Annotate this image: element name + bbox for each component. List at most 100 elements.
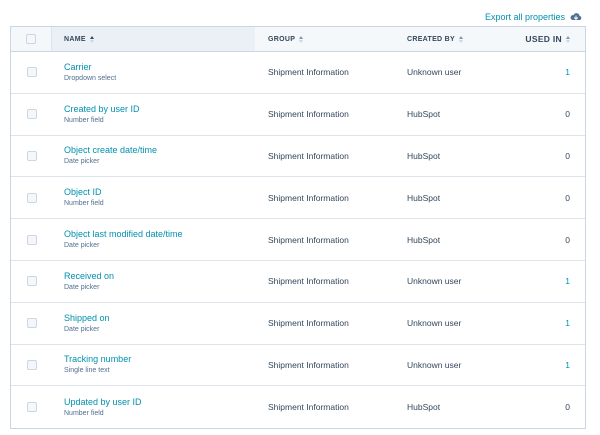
row-check-cell xyxy=(11,303,52,344)
property-field-type: Single line text xyxy=(64,367,110,375)
sort-icon xyxy=(89,35,94,43)
property-field-type: Date picker xyxy=(64,242,100,250)
property-field-type: Dropdown select xyxy=(64,74,117,82)
row-checkbox[interactable] xyxy=(26,402,37,413)
created-by-column-label: CREATED BY xyxy=(407,35,455,43)
row-check-cell xyxy=(11,136,52,177)
export-all-properties-link[interactable]: Export all properties xyxy=(485,12,582,22)
property-name-cell: Updated by user ID Number field xyxy=(52,386,255,428)
property-created-by: HubSpot xyxy=(407,150,441,161)
property-created-by: Unknown user xyxy=(407,67,462,78)
property-group: Shipment Information xyxy=(268,359,349,370)
property-name-link[interactable]: Object last modified date/time xyxy=(64,229,255,240)
property-name-cell: Object last modified date/time Date pick… xyxy=(52,219,255,260)
property-used-in[interactable]: 1 xyxy=(565,67,570,77)
property-group: Shipment Information xyxy=(268,109,349,120)
property-used-in-cell: 1 xyxy=(524,318,585,328)
property-name-link[interactable]: Created by user ID xyxy=(64,104,255,115)
row-check-cell xyxy=(11,52,52,93)
name-column-label: NAME xyxy=(64,35,86,43)
export-label: Export all properties xyxy=(484,12,565,22)
row-checkbox[interactable] xyxy=(26,67,37,78)
property-group: Shipment Information xyxy=(268,234,349,245)
property-group: Shipment Information xyxy=(268,192,349,203)
row-checkbox[interactable] xyxy=(26,276,37,287)
property-used-in: 0 xyxy=(565,402,570,413)
property-name-cell: Tracking number Single line text xyxy=(52,345,255,386)
row-checkbox[interactable] xyxy=(26,109,37,120)
property-name-link[interactable]: Carrier xyxy=(64,62,255,73)
created-by-column-header[interactable]: CREATED BY xyxy=(394,35,524,43)
row-check-cell xyxy=(11,94,52,135)
property-name-cell: Received on Date picker xyxy=(52,261,255,302)
table-row[interactable]: Received on Date picker Shipment Informa… xyxy=(11,261,585,303)
property-field-type: Number field xyxy=(64,409,104,417)
property-name-link[interactable]: Shipped on xyxy=(64,313,255,324)
property-created-by: Unknown user xyxy=(407,359,462,370)
table-row[interactable]: Object last modified date/time Date pick… xyxy=(11,219,585,261)
cloud-download-icon xyxy=(570,13,582,21)
row-check-cell xyxy=(11,219,52,260)
row-check-cell xyxy=(11,345,52,386)
property-used-in-cell: 0 xyxy=(524,235,585,245)
table-row[interactable]: Tracking number Single line text Shipmen… xyxy=(11,345,585,387)
property-used-in[interactable]: 1 xyxy=(565,360,570,370)
property-used-in: 0 xyxy=(565,150,570,161)
property-name-cell: Shipped on Date picker xyxy=(52,303,255,344)
table-row[interactable]: Created by user ID Number field Shipment… xyxy=(11,94,585,136)
property-used-in-cell: 1 xyxy=(524,67,585,77)
property-name-cell: Created by user ID Number field xyxy=(52,94,255,135)
property-field-type: Number field xyxy=(64,200,104,208)
property-created-by: Unknown user xyxy=(407,276,462,287)
property-used-in-cell: 1 xyxy=(524,360,585,370)
table-row[interactable]: Updated by user ID Number field Shipment… xyxy=(11,386,585,428)
row-check-cell xyxy=(11,177,52,218)
used-in-column-label: USED IN xyxy=(525,34,562,44)
property-used-in-cell: 0 xyxy=(524,193,585,203)
property-name-cell: Carrier Dropdown select xyxy=(52,52,255,93)
table-row[interactable]: Carrier Dropdown select Shipment Informa… xyxy=(11,52,585,94)
row-checkbox[interactable] xyxy=(26,359,37,370)
group-column-label: GROUP xyxy=(268,35,296,43)
property-field-type: Date picker xyxy=(64,158,100,166)
property-used-in[interactable]: 1 xyxy=(565,318,570,328)
property-used-in[interactable]: 1 xyxy=(565,276,570,286)
property-name-link[interactable]: Object ID xyxy=(64,187,255,198)
table-header: NAME GROUP CREATED BY USED IN xyxy=(11,27,585,52)
table-row[interactable]: Object ID Number field Shipment Informat… xyxy=(11,177,585,220)
group-column-header[interactable]: GROUP xyxy=(255,35,394,43)
row-checkbox[interactable] xyxy=(26,192,37,203)
row-check-cell xyxy=(11,386,52,428)
property-group: Shipment Information xyxy=(268,67,349,78)
property-created-by: HubSpot xyxy=(407,109,441,120)
row-checkbox[interactable] xyxy=(26,318,37,329)
property-created-by: HubSpot xyxy=(407,234,441,245)
table-body: Carrier Dropdown select Shipment Informa… xyxy=(11,52,585,428)
property-field-type: Number field xyxy=(64,116,104,124)
property-name-link[interactable]: Updated by user ID xyxy=(64,397,255,408)
property-created-by: HubSpot xyxy=(407,192,441,203)
row-check-cell xyxy=(11,261,52,302)
table-row[interactable]: Shipped on Date picker Shipment Informat… xyxy=(11,303,585,345)
properties-table: NAME GROUP CREATED BY USED IN Carrier Dr… xyxy=(10,26,586,430)
property-name-cell: Object ID Number field xyxy=(52,177,255,218)
property-used-in: 0 xyxy=(565,192,570,203)
sort-icon xyxy=(566,35,570,43)
property-used-in-cell: 0 xyxy=(524,109,585,119)
row-checkbox[interactable] xyxy=(26,234,37,245)
name-column-header[interactable]: NAME xyxy=(52,27,255,51)
property-name-link[interactable]: Received on xyxy=(64,271,255,282)
property-used-in-cell: 1 xyxy=(524,276,585,286)
select-all-checkbox[interactable] xyxy=(26,34,36,44)
property-field-type: Date picker xyxy=(64,325,100,333)
select-all-cell xyxy=(11,27,52,51)
property-group: Shipment Information xyxy=(268,402,349,413)
property-group: Shipment Information xyxy=(268,150,349,161)
property-used-in: 0 xyxy=(565,234,570,245)
property-name-link[interactable]: Object create date/time xyxy=(64,145,255,156)
table-row[interactable]: Object create date/time Date picker Ship… xyxy=(11,136,585,178)
row-checkbox[interactable] xyxy=(26,150,37,161)
property-name-link[interactable]: Tracking number xyxy=(64,354,255,365)
property-name-cell: Object create date/time Date picker xyxy=(52,136,255,177)
used-in-column-header[interactable]: USED IN xyxy=(524,34,585,44)
